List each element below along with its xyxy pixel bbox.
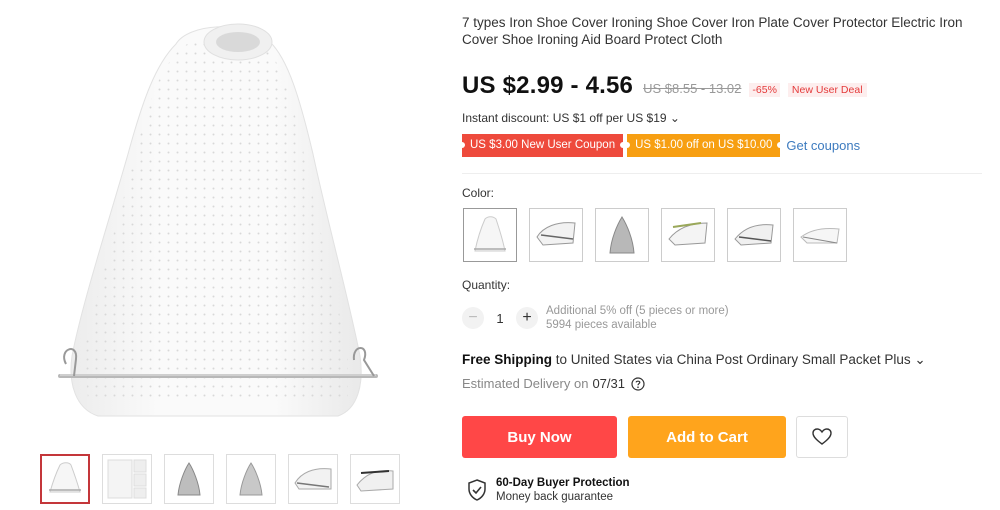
shield-check-icon — [468, 479, 486, 501]
free-shipping-label: Free Shipping — [462, 352, 553, 367]
new-user-deal-badge: New User Deal — [787, 83, 867, 97]
coupon-row: US $3.00 New User Coupon US $1.00 off on… — [458, 134, 860, 157]
thumbnail-3[interactable] — [164, 454, 214, 504]
cover-side-icon — [668, 222, 708, 246]
help-icon[interactable] — [631, 376, 645, 391]
instant-discount[interactable]: Instant discount: US $1 off per US $19 ⌄ — [462, 111, 680, 125]
color-swatches — [463, 208, 847, 262]
iron-cover-image — [58, 23, 378, 417]
price: US $2.99 - 4.56 — [462, 72, 634, 99]
bulk-discount-text: Additional 5% off (5 pieces or more) — [546, 305, 729, 317]
color-swatch-white-cover[interactable] — [463, 208, 517, 262]
quantity-stepper: − 1 + Additional 5% off (5 pieces or mor… — [462, 304, 729, 332]
buy-now-button[interactable]: Buy Now — [462, 416, 617, 458]
silver-plate-icon — [609, 216, 635, 254]
shipping-info[interactable]: Free Shipping to United States via China… — [462, 352, 926, 368]
quantity-info: Additional 5% off (5 pieces or more) 599… — [546, 304, 729, 332]
add-to-cart-button[interactable]: Add to Cart — [628, 416, 786, 458]
price-row: US $2.99 - 4.56 US $8.55 - 13.02 -65% Ne… — [462, 72, 867, 100]
thumbnail-6[interactable] — [350, 454, 400, 504]
quantity-label: Quantity: — [462, 278, 511, 292]
color-swatch-cover-4[interactable] — [793, 208, 847, 262]
color-label: Color: — [462, 186, 495, 200]
color-swatch-silver-plate[interactable] — [595, 208, 649, 262]
cover-side-icon — [356, 470, 394, 492]
buyer-protection-title: 60-Day Buyer Protection — [496, 477, 630, 489]
color-swatch-cover-3[interactable] — [727, 208, 781, 262]
quantity-increase-button[interactable]: + — [516, 307, 538, 329]
new-user-coupon[interactable]: US $3.00 New User Coupon — [458, 134, 627, 157]
white-cover-icon — [474, 216, 506, 252]
color-swatch-cover-2[interactable] — [661, 208, 715, 262]
heart-icon — [812, 428, 832, 445]
silver-plate-icon — [177, 462, 201, 496]
store-coupon[interactable]: US $1.00 off on US $10.00 — [624, 134, 784, 157]
thumbnail-5[interactable] — [288, 454, 338, 504]
estimated-delivery: Estimated Delivery on 07/31 — [462, 376, 645, 391]
main-product-image[interactable] — [38, 4, 402, 444]
shipping-details: to United States via China Post Ordinary… — [552, 352, 926, 367]
buyer-protection-text: 60-Day Buyer Protection Money back guara… — [496, 476, 630, 504]
quantity-decrease-button[interactable]: − — [462, 307, 484, 329]
discount-badge: -65% — [749, 83, 780, 97]
action-buttons: Buy Now Add to Cart — [462, 416, 848, 458]
estimated-delivery-date: 07/31 — [592, 376, 625, 391]
cover-collage-icon — [107, 459, 147, 499]
thumbnail-strip — [40, 454, 400, 504]
cover-side-icon — [734, 224, 774, 246]
buyer-protection: 60-Day Buyer Protection Money back guara… — [467, 476, 630, 504]
cover-side-icon — [294, 468, 332, 490]
product-title: 7 types Iron Shoe Cover Ironing Shoe Cov… — [462, 15, 963, 47]
cover-side-icon — [536, 222, 576, 246]
estimated-delivery-label: Estimated Delivery on — [462, 376, 589, 391]
white-cover-icon — [49, 462, 81, 493]
thumbnail-2[interactable] — [102, 454, 152, 504]
wishlist-button[interactable] — [796, 416, 848, 458]
thumbnail-1[interactable] — [40, 454, 90, 504]
buyer-protection-subtitle: Money back guarantee — [496, 491, 613, 503]
quantity-input[interactable]: 1 — [484, 311, 516, 326]
divider — [462, 173, 982, 174]
cover-side-icon — [800, 228, 840, 244]
color-swatch-cover-1[interactable] — [529, 208, 583, 262]
thumbnail-4[interactable] — [226, 454, 276, 504]
silver-plate-icon — [239, 462, 263, 496]
original-price: US $8.55 - 13.02 — [643, 81, 742, 96]
get-coupons-link[interactable]: Get coupons — [786, 138, 860, 153]
stock-available-text: 5994 pieces available — [546, 319, 657, 331]
